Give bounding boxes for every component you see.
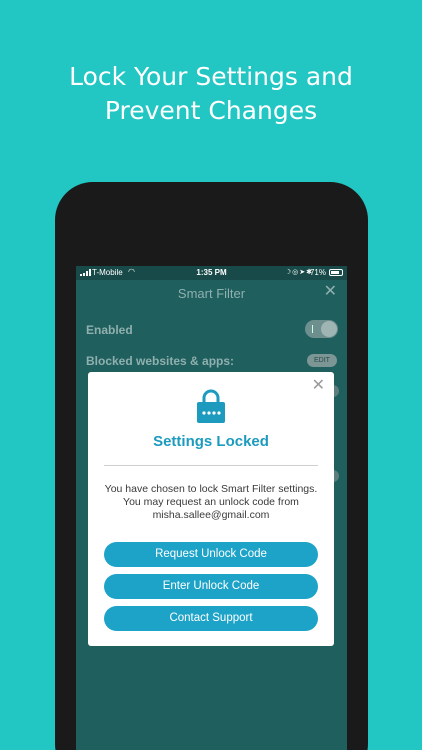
promo-headline: Lock Your Settings and Prevent Changes <box>0 60 422 128</box>
status-bar: T-Mobile ◠ 1:35 PM ☽◎➤✱ 71% <box>76 266 347 280</box>
settings-locked-dialog: ✕ Settings Locked You have chosen to loc… <box>88 372 334 646</box>
headline-line-2: Prevent Changes <box>104 96 318 125</box>
status-icons: ☽◎➤✱ <box>284 269 313 276</box>
app-title: Smart Filter <box>177 286 246 301</box>
divider <box>104 465 318 466</box>
dialog-title: Settings Locked <box>153 433 269 450</box>
battery-icon <box>329 269 343 276</box>
headline-line-1: Lock Your Settings and <box>69 62 353 91</box>
request-unlock-code-button[interactable]: Request Unlock Code <box>104 542 318 567</box>
battery-percent: 71% <box>309 268 326 277</box>
close-icon[interactable]: ✕ <box>324 284 337 300</box>
enabled-toggle[interactable] <box>305 320 338 338</box>
edit-button[interactable]: EDIT <box>307 354 337 367</box>
lock-icon <box>197 389 225 423</box>
blocked-label: Blocked websites & apps: <box>86 354 235 368</box>
contact-support-button[interactable]: Contact Support <box>104 606 318 631</box>
enabled-label: Enabled <box>86 323 133 337</box>
dialog-message: You have chosen to lock Smart Filter set… <box>104 483 318 521</box>
close-icon[interactable]: ✕ <box>312 378 325 394</box>
enter-unlock-code-button[interactable]: Enter Unlock Code <box>104 574 318 599</box>
